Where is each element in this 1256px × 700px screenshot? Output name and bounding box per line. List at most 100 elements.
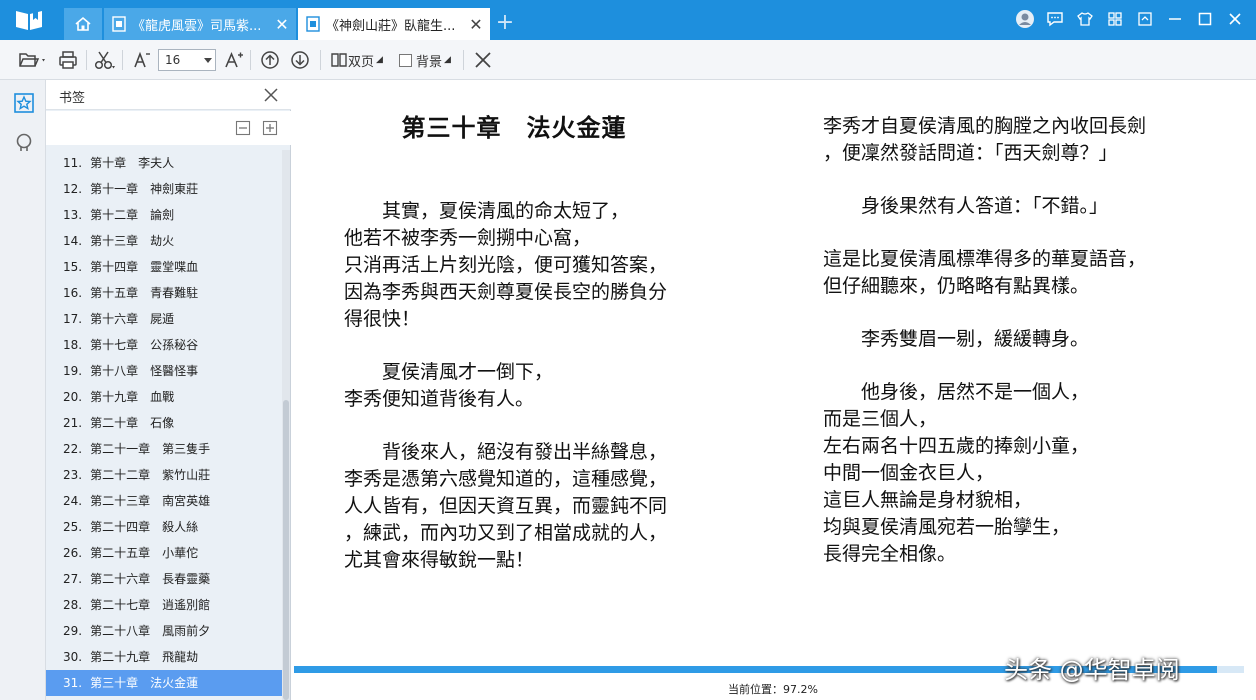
expand-all-icon[interactable] (262, 120, 278, 136)
double-page-button[interactable]: 双页 ◢ (330, 49, 383, 71)
bookmark-item[interactable]: 19. 第十八章 怪醫怪事 (46, 358, 282, 384)
arrow-up-circle-icon (261, 51, 279, 69)
app-logo-icon (16, 11, 42, 30)
bookmark-number: 31. (63, 676, 83, 690)
maximize-icon[interactable] (1194, 8, 1216, 30)
restore-window-icon[interactable] (1134, 8, 1156, 30)
collapse-all-icon[interactable] (235, 120, 251, 136)
folder-open-icon (19, 53, 45, 67)
bookmark-item[interactable]: 11. 第十章 李夫人 (46, 150, 282, 176)
increase-font-button[interactable] (224, 49, 244, 71)
bookmark-label: 第十一章 神劍東莊 (90, 182, 199, 196)
bookmark-item[interactable]: 17. 第十六章 屍遁 (46, 306, 282, 332)
bookmark-number: 17. (63, 312, 83, 326)
bookmark-number: 14. (63, 234, 83, 248)
bookmark-number: 27. (63, 572, 83, 586)
paragraph: 身後果然有人答道：「不錯。」 (823, 195, 1109, 217)
current-position-text: 当前位置：97.2% (728, 683, 818, 696)
home-tab[interactable] (64, 8, 102, 40)
bookmark-item[interactable]: 28. 第二十七章 逍遙別館 (46, 592, 282, 618)
paragraph: 李秀雙眉一剔，緩緩轉身。 (823, 328, 1090, 350)
bookmark-number: 19. (63, 364, 83, 378)
close-icon (475, 52, 491, 68)
paragraph: 其實，夏侯清風的命太短了， 他若不被李秀一劍搠中心窩， 只消再活上片刻光陰，便可… (344, 200, 668, 330)
open-folder-button[interactable] (18, 49, 48, 71)
print-button[interactable] (58, 49, 78, 71)
bookmark-item[interactable]: 21. 第二十章 石像 (46, 410, 282, 436)
bookmark-item[interactable]: 23. 第二十二章 紫竹山莊 (46, 462, 282, 488)
close-tab-icon[interactable]: ✕ (272, 15, 292, 34)
close-window-icon[interactable] (1224, 8, 1246, 30)
bookmark-number: 11. (63, 156, 83, 170)
tab-book-1[interactable]: 《龍虎風雲》司馬紫... ✕ (104, 8, 296, 40)
bookmark-number: 21. (63, 416, 83, 430)
title-bar: 《龍虎風雲》司馬紫... ✕ 《神劍山莊》臥龍生... ✕ + (0, 0, 1256, 40)
bookmark-number: 24. (63, 494, 83, 508)
bookmark-item[interactable]: 29. 第二十八章 風雨前夕 (46, 618, 282, 644)
idea-bulb-icon[interactable] (13, 132, 35, 154)
cut-button[interactable] (94, 49, 116, 71)
background-toggle[interactable]: 背景 ◢ (399, 49, 451, 71)
bookmark-item[interactable]: 13. 第十二章 論劍 (46, 202, 282, 228)
book-pages-icon (331, 53, 347, 67)
right-page-column: 李秀才自夏侯清風的胸膛之內收回長劍 ，便凜然發話問道：「西天劍尊？」 身後果然有… (823, 113, 1243, 594)
bookmark-number: 15. (63, 260, 83, 274)
bookmark-item[interactable]: 22. 第二十一章 第三隻手 (46, 436, 282, 462)
message-icon[interactable] (1044, 8, 1066, 30)
grid-apps-icon[interactable] (1104, 8, 1126, 30)
skin-shirt-icon[interactable] (1074, 8, 1096, 30)
bookmark-item[interactable]: 18. 第十七章 公孫秘谷 (46, 332, 282, 358)
close-icon[interactable] (261, 85, 281, 105)
bookmark-label: 第十七章 公孫秘谷 (90, 338, 199, 352)
new-tab-button[interactable]: + (494, 10, 516, 36)
paragraph: 背後來人，絕沒有發出半絲聲息， 李秀是憑第六感覺知道的，這種感覺， 人人皆有，但… (344, 441, 668, 571)
bookmark-item[interactable]: 31. 第三十章 法火金蓮 (46, 670, 282, 696)
page-down-button[interactable] (290, 49, 310, 71)
bookmark-item[interactable]: 27. 第二十六章 長春靈藥 (46, 566, 282, 592)
bookmark-label: 第二十七章 逍遙別館 (90, 598, 211, 612)
bookmark-item[interactable]: 26. 第二十五章 小華佗 (46, 540, 282, 566)
user-avatar-icon[interactable] (1014, 8, 1036, 30)
bookmark-item[interactable]: 14. 第十三章 劫火 (46, 228, 282, 254)
scrollbar-thumb[interactable] (283, 400, 289, 700)
bookmark-label: 第二十三章 南宮英雄 (90, 494, 211, 508)
font-size-value: 16 (165, 53, 181, 67)
fullscreen-close-button[interactable] (473, 49, 493, 71)
font-decrease-icon (134, 51, 150, 68)
bookmark-label: 第二十二章 紫竹山莊 (90, 468, 211, 482)
bookmark-label: 第二十九章 飛龍劫 (90, 650, 199, 664)
bookmark-item[interactable]: 16. 第十五章 青春難駐 (46, 280, 282, 306)
bookmark-item[interactable]: 20. 第十九章 血戰 (46, 384, 282, 410)
paragraph: 他身後，居然不是一個人， 而是三個人， 左右兩名十四五歲的捧劍小童， 中間一個金… (823, 381, 1090, 565)
bookmark-label: 第二十章 石像 (90, 416, 175, 430)
bookmark-number: 20. (63, 390, 83, 404)
minimize-icon[interactable] (1164, 8, 1186, 30)
reading-area[interactable]: 第三十章 法火金蓮 其實，夏侯清風的命太短了， 他若不被李秀一劍搠中心窩， 只消… (292, 80, 1256, 666)
background-checkbox[interactable] (399, 53, 412, 67)
bookmark-item[interactable]: 12. 第十一章 神劍東莊 (46, 176, 282, 202)
tab-label: 《龍虎風雲》司馬紫... (132, 18, 262, 34)
bookmark-item[interactable]: 15. 第十四章 靈堂喋血 (46, 254, 282, 280)
bookmark-star-icon[interactable] (13, 92, 35, 114)
paragraph: 這是比夏侯清風標準得多的華夏語音， 但仔細聽來，仍略略有點異樣。 (823, 248, 1147, 297)
side-rail (0, 80, 46, 700)
bookmark-item[interactable]: 30. 第二十九章 飛龍劫 (46, 644, 282, 670)
bookmark-item[interactable]: 24. 第二十三章 南宮英雄 (46, 488, 282, 514)
page-up-button[interactable] (260, 49, 280, 71)
tab-book-2-active[interactable]: 《神劍山莊》臥龍生... ✕ (298, 8, 490, 40)
bookmark-panel-title: 书签 (59, 91, 86, 106)
bookmark-item[interactable]: 25. 第二十四章 殺人絲 (46, 514, 282, 540)
bookmark-number: 29. (63, 624, 83, 638)
bookmark-number: 25. (63, 520, 83, 534)
scissors-icon (94, 51, 115, 70)
bookmark-scrollbar[interactable] (282, 150, 290, 700)
bookmark-number: 26. (63, 546, 83, 560)
bookmark-number: 13. (63, 208, 83, 222)
font-size-select[interactable]: 16 (158, 49, 216, 71)
font-increase-icon (225, 51, 243, 68)
bookmark-list: 11. 第十章 李夫人 12. 第十一章 神劍東莊 13. 第十二章 論劍 14. 第十三章 … (46, 150, 282, 700)
bookmark-label: 第十六章 屍遁 (90, 312, 175, 326)
bookmark-number: 16. (63, 286, 83, 300)
decrease-font-button[interactable] (132, 49, 152, 71)
close-tab-icon[interactable]: ✕ (466, 15, 486, 34)
